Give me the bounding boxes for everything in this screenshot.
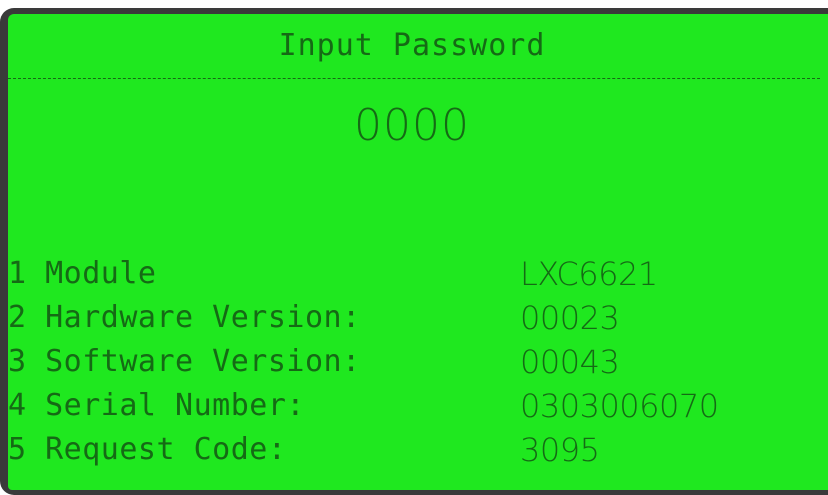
hardware-version-label: 2 Hardware Version: bbox=[8, 300, 361, 335]
device-info-list: 1 Module LXC6621 2 Hardware Version: 000… bbox=[8, 252, 820, 472]
lcd-screen: Input Password 0000 1 Module LXC6621 2 H… bbox=[8, 14, 828, 490]
info-row-serial-number: 4 Serial Number: 0303006070 bbox=[8, 384, 820, 428]
software-version-label: 3 Software Version: bbox=[8, 344, 361, 379]
module-value: LXC6621 bbox=[520, 255, 658, 293]
hardware-version-value: 00023 bbox=[520, 299, 620, 337]
serial-number-label: 4 Serial Number: bbox=[8, 388, 305, 423]
password-input[interactable]: 0000 bbox=[8, 100, 816, 152]
screen-title: Input Password bbox=[278, 28, 546, 63]
info-row-request-code: 5 Request Code: 3095 bbox=[8, 428, 820, 472]
serial-number-value: 0303006070 bbox=[520, 387, 719, 425]
request-code-value: 3095 bbox=[520, 431, 600, 469]
module-label: 1 Module bbox=[8, 256, 157, 291]
software-version-value: 00043 bbox=[520, 343, 620, 381]
info-row-module: 1 Module LXC6621 bbox=[8, 252, 820, 296]
info-row-hardware-version: 2 Hardware Version: 00023 bbox=[8, 296, 820, 340]
info-row-software-version: 3 Software Version: 00043 bbox=[8, 340, 820, 384]
request-code-label: 5 Request Code: bbox=[8, 432, 287, 467]
title-divider bbox=[8, 78, 820, 79]
